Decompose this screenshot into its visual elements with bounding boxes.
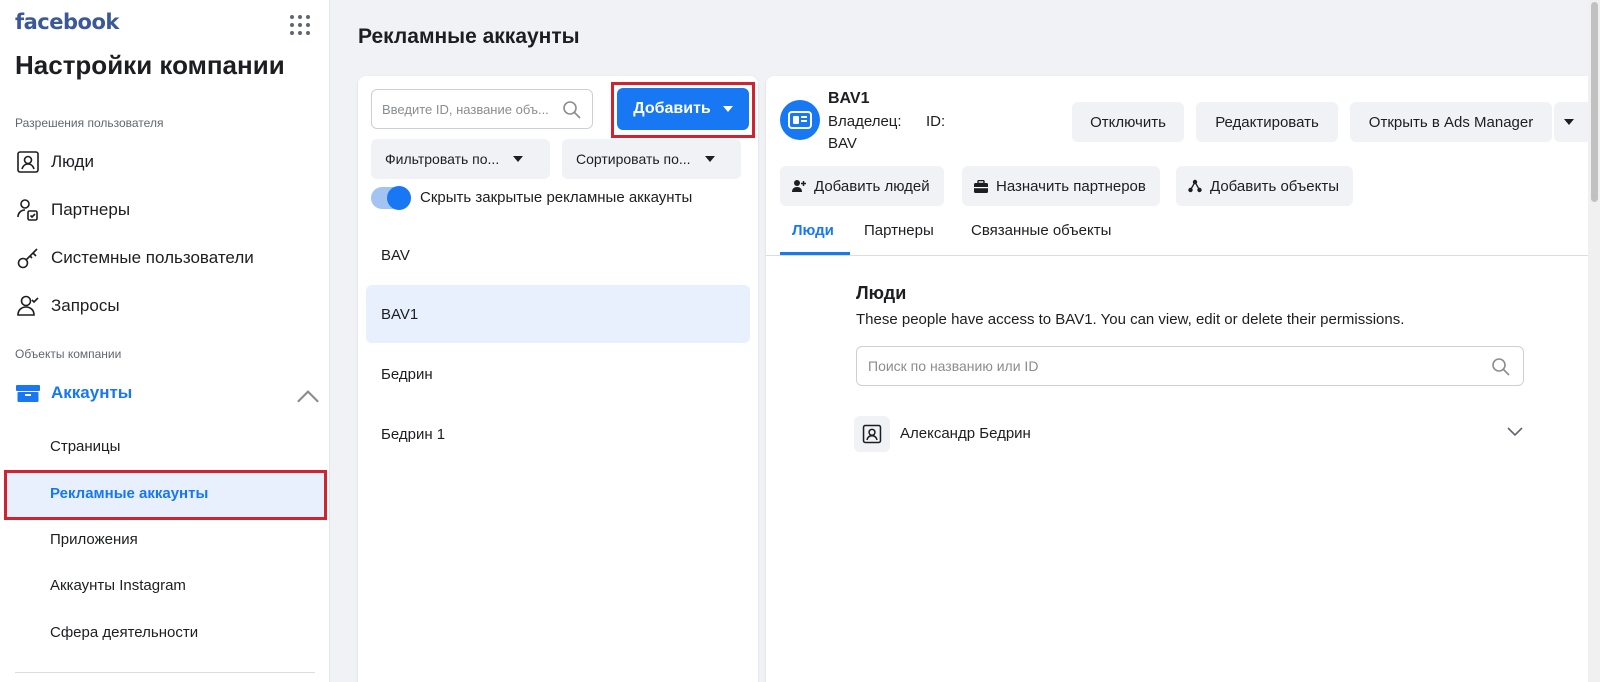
people-search-input[interactable] bbox=[868, 358, 1468, 374]
tab-linked-assets[interactable]: Связанные объекты bbox=[971, 222, 1111, 239]
sidebar-item-system-users[interactable]: Системные пользователи bbox=[15, 242, 254, 274]
tab-people[interactable]: Люди bbox=[792, 222, 834, 239]
sidebar-item-label: Партнеры bbox=[51, 200, 131, 219]
section-label-user-permissions: Разрешения пользователя bbox=[15, 116, 164, 130]
sidebar: facebook Настройки компании Разрешения п… bbox=[0, 0, 330, 682]
disable-button[interactable]: Отключить bbox=[1072, 102, 1184, 142]
account-search-input[interactable] bbox=[382, 101, 552, 117]
assign-partners-button[interactable]: Назначить партнеров bbox=[962, 166, 1160, 206]
edit-button[interactable]: Редактировать bbox=[1196, 102, 1338, 142]
tab-partners[interactable]: Партнеры bbox=[864, 222, 934, 239]
sidebar-subitem-label: Рекламные аккаунты bbox=[50, 485, 209, 502]
account-list-item[interactable]: BAV bbox=[366, 226, 750, 284]
divider bbox=[15, 672, 315, 673]
sort-dropdown[interactable]: Сортировать по... bbox=[562, 139, 741, 179]
detail-tabs: Люди Партнеры Связанные объекты bbox=[766, 214, 1600, 256]
sidebar-item-label: Системные пользователи bbox=[51, 248, 254, 267]
hide-closed-toggle[interactable] bbox=[371, 186, 411, 210]
people-search[interactable] bbox=[856, 346, 1524, 386]
nodes-icon bbox=[1188, 179, 1202, 193]
filter-dropdown[interactable]: Фильтровать по... bbox=[371, 139, 550, 179]
account-name: BAV1 bbox=[828, 90, 870, 107]
account-search[interactable] bbox=[371, 89, 593, 129]
open-ads-manager-button[interactable]: Открыть в Ads Manager bbox=[1350, 102, 1552, 142]
filter-label: Фильтровать по... bbox=[385, 151, 500, 167]
sidebar-subitem-pages[interactable]: Страницы bbox=[50, 438, 120, 455]
sidebar-subitem-instagram[interactable]: Аккаунты Instagram bbox=[50, 577, 186, 594]
caret-down-icon bbox=[513, 156, 524, 162]
active-tab-indicator bbox=[780, 252, 850, 255]
key-icon bbox=[15, 245, 41, 271]
people-heading: Люди bbox=[856, 283, 907, 303]
assign-partners-label: Назначить партнеров bbox=[996, 177, 1146, 195]
account-list-item[interactable]: Бедрин bbox=[366, 345, 750, 403]
caret-down-icon bbox=[1564, 119, 1574, 125]
add-button-highlight: Добавить bbox=[611, 82, 755, 138]
ad-accounts-list-panel: Добавить Фильтровать по... Сортировать п… bbox=[358, 76, 758, 682]
add-person-icon bbox=[792, 180, 806, 192]
hide-closed-label: Скрыть закрытые рекламные аккаунты bbox=[420, 189, 693, 206]
section-title: Рекламные аккаунты bbox=[358, 25, 580, 48]
caret-down-icon bbox=[704, 156, 715, 162]
section-label-company-assets: Объекты компании bbox=[15, 347, 122, 361]
person-name: Александр Бедрин bbox=[900, 425, 1031, 442]
person-card-icon bbox=[15, 149, 41, 175]
sidebar-item-people[interactable]: Люди bbox=[15, 146, 94, 178]
person-list-item[interactable]: Александр Бедрин bbox=[854, 414, 1524, 454]
add-people-button[interactable]: Добавить людей bbox=[780, 166, 944, 206]
apps-grid-icon[interactable] bbox=[290, 15, 310, 35]
ad-account-icon bbox=[780, 100, 820, 140]
chevron-down-icon[interactable] bbox=[1506, 424, 1524, 442]
person-card-icon bbox=[854, 416, 890, 452]
caret-down-icon bbox=[722, 106, 733, 112]
partners-icon bbox=[15, 197, 41, 223]
add-button-label: Добавить bbox=[633, 100, 711, 117]
account-detail-panel: BAV1 Владелец: ID: BAV Отключить Редакти… bbox=[766, 76, 1600, 682]
sidebar-item-label: Аккаунты bbox=[51, 383, 133, 402]
sidebar-item-label: Люди bbox=[51, 152, 94, 171]
add-people-label: Добавить людей bbox=[814, 177, 930, 195]
owner-value: BAV bbox=[828, 135, 857, 152]
chevron-up-icon[interactable] bbox=[295, 383, 321, 414]
briefcase-icon bbox=[974, 179, 988, 193]
person-check-icon bbox=[15, 293, 41, 319]
briefcase-icon bbox=[15, 380, 41, 406]
owner-label: Владелец: bbox=[828, 113, 902, 130]
sidebar-item-partners[interactable]: Партнеры bbox=[15, 194, 130, 226]
add-button[interactable]: Добавить bbox=[617, 88, 749, 130]
facebook-logo[interactable]: facebook bbox=[15, 10, 119, 34]
search-icon bbox=[562, 100, 582, 125]
search-icon bbox=[1491, 357, 1511, 382]
page-scrollbar[interactable] bbox=[1588, 0, 1600, 682]
sidebar-item-requests[interactable]: Запросы bbox=[15, 290, 120, 322]
account-list-item[interactable]: Бедрин 1 bbox=[366, 405, 750, 463]
page-title: Настройки компании bbox=[15, 50, 285, 80]
people-description: These people have access to BAV1. You ca… bbox=[856, 311, 1405, 328]
sidebar-item-accounts[interactable]: Аккаунты bbox=[15, 377, 319, 409]
add-assets-label: Добавить объекты bbox=[1210, 177, 1339, 195]
id-label: ID: bbox=[926, 113, 946, 130]
sort-label: Сортировать по... bbox=[576, 151, 691, 167]
sidebar-subitem-apps[interactable]: Приложения bbox=[50, 531, 138, 548]
sidebar-subitem-lines-of-business[interactable]: Сфера деятельности bbox=[50, 624, 198, 641]
account-list-item-selected[interactable]: BAV1 bbox=[366, 285, 750, 343]
sidebar-subitem-ad-accounts[interactable]: Рекламные аккаунты bbox=[4, 470, 327, 520]
sidebar-item-label: Запросы bbox=[51, 296, 120, 315]
add-assets-button[interactable]: Добавить объекты bbox=[1176, 166, 1353, 206]
